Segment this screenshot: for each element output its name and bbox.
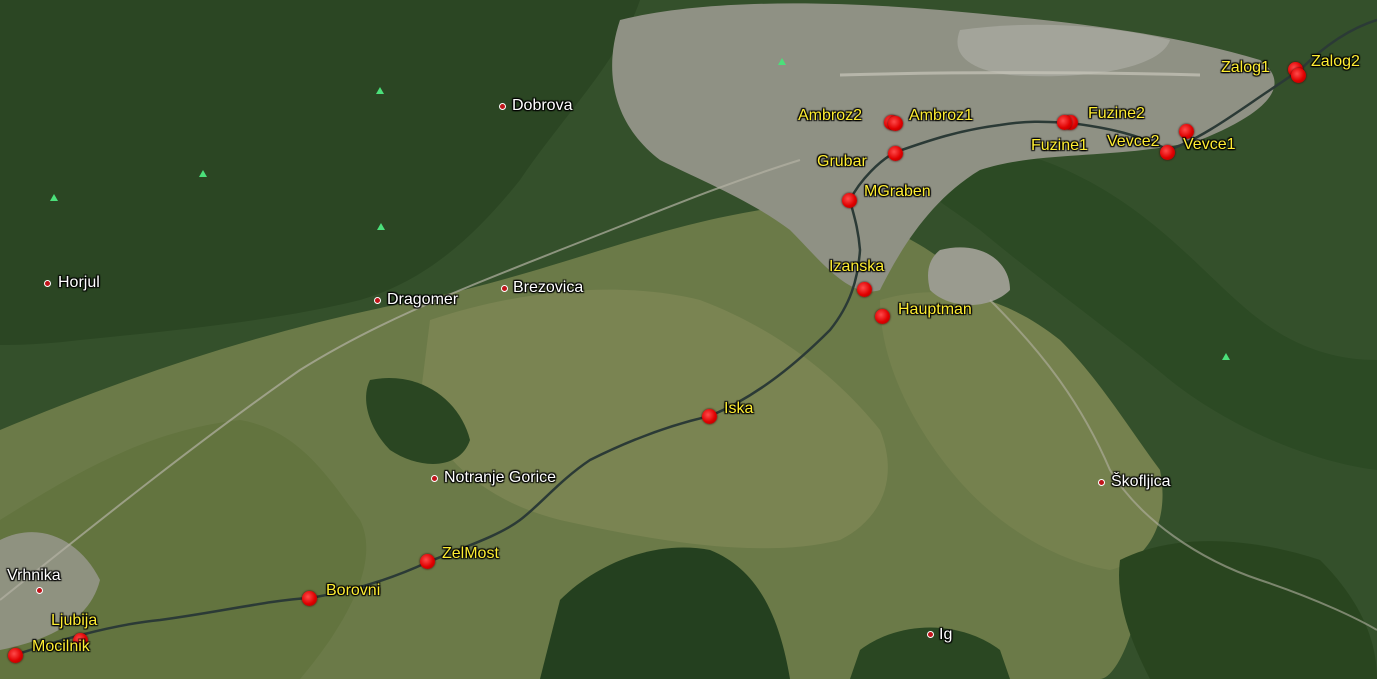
station-label-zalog1: Zalog1 xyxy=(1221,59,1270,76)
town-marker-skofljica[interactable] xyxy=(1098,479,1105,486)
town-label-vrhnika: Vrhnika xyxy=(7,567,61,584)
town-label-dragomer: Dragomer xyxy=(387,291,459,308)
town-label-horjul: Horjul xyxy=(58,274,100,291)
peak-marker-icon xyxy=(50,194,58,201)
town-marker-brezovica[interactable] xyxy=(501,285,508,292)
station-label-iska: Iska xyxy=(724,400,754,417)
peak-marker-icon xyxy=(199,170,207,177)
station-marker-hauptman[interactable] xyxy=(875,309,890,324)
station-marker-zelmost[interactable] xyxy=(420,554,435,569)
town-label-brezovica: Brezovica xyxy=(513,279,584,296)
terrain-layer xyxy=(0,0,1377,679)
station-label-grubar: Grubar xyxy=(817,153,867,170)
station-label-borovni: Borovni xyxy=(326,582,381,599)
town-label-ig: Ig xyxy=(939,626,953,643)
town-marker-horjul[interactable] xyxy=(44,280,51,287)
town-marker-vrhnika[interactable] xyxy=(36,587,43,594)
town-marker-dragomer[interactable] xyxy=(374,297,381,304)
station-marker-zalog2[interactable] xyxy=(1291,68,1306,83)
town-marker-ig[interactable] xyxy=(927,631,934,638)
station-marker-borovni[interactable] xyxy=(302,591,317,606)
station-label-zalog2: Zalog2 xyxy=(1311,53,1360,70)
station-label-vevce1: Vevce1 xyxy=(1183,136,1236,153)
station-marker-iska[interactable] xyxy=(702,409,717,424)
station-label-mocilnik: Mocilnik xyxy=(32,638,90,655)
station-marker-vevce2[interactable] xyxy=(1160,145,1175,160)
station-marker-ambroz1[interactable] xyxy=(888,116,903,131)
town-label-dobrova: Dobrova xyxy=(512,97,573,114)
station-label-vevce2: Vevce2 xyxy=(1107,133,1160,150)
peak-marker-icon xyxy=(377,223,385,230)
station-label-mgraben: MGraben xyxy=(864,183,931,200)
town-marker-dobrova[interactable] xyxy=(499,103,506,110)
station-label-izanska: Izanska xyxy=(829,258,885,275)
station-label-zelmost: ZelMost xyxy=(442,545,499,562)
station-label-ambroz1: Ambroz1 xyxy=(909,107,974,124)
station-marker-grubar[interactable] xyxy=(888,146,903,161)
station-label-ljubija: Ljubija xyxy=(51,612,98,629)
town-label-skofljica: Škofljica xyxy=(1111,473,1171,490)
station-marker-izanska[interactable] xyxy=(857,282,872,297)
satellite-map[interactable]: Dobrova Horjul Dragomer Brezovica Notran… xyxy=(0,0,1377,679)
peak-marker-icon xyxy=(376,87,384,94)
station-marker-mgraben[interactable] xyxy=(842,193,857,208)
peak-marker-icon xyxy=(778,58,786,65)
station-label-ambroz2: Ambroz2 xyxy=(798,107,863,124)
town-marker-notranje-gorice[interactable] xyxy=(431,475,438,482)
station-marker-fuzine1[interactable] xyxy=(1057,115,1072,130)
town-label-notranje-gorice: Notranje Gorice xyxy=(444,469,557,486)
station-marker-mocilnik[interactable] xyxy=(8,648,23,663)
peak-marker-icon xyxy=(1222,353,1230,360)
station-label-fuzine2: Fuzine2 xyxy=(1088,105,1145,122)
station-label-fuzine1: Fuzine1 xyxy=(1031,137,1088,154)
station-label-hauptman: Hauptman xyxy=(898,301,972,318)
